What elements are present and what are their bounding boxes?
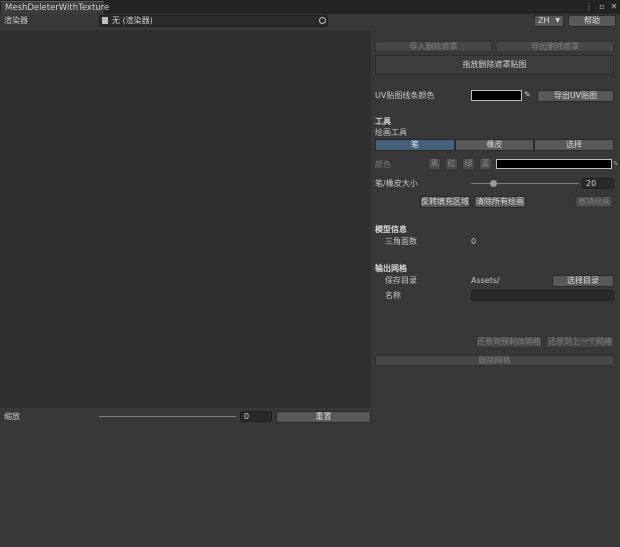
export-uv-button[interactable]: 导出UV贴图 xyxy=(537,90,614,102)
revert-to-prefab-mesh-button[interactable]: 还原到预制体网格 xyxy=(476,336,542,348)
color-preset-black[interactable]: 黑 xyxy=(428,158,441,170)
save-dir-value: Assets/ xyxy=(471,276,500,285)
texture-preview-canvas[interactable] xyxy=(0,30,371,408)
uv-line-color-swatch[interactable] xyxy=(471,90,522,101)
language-dropdown[interactable]: ZH ▼ xyxy=(534,15,564,27)
color-preset-blue[interactable]: 蓝 xyxy=(479,158,492,170)
uv-line-color-label: UV贴图线条颜色 xyxy=(375,91,435,100)
brush-size-field[interactable]: 20 xyxy=(582,178,614,189)
brush-size-slider-track[interactable] xyxy=(471,183,579,184)
tool-pen[interactable]: 笔 xyxy=(375,139,455,151)
mesh-name-field[interactable] xyxy=(471,290,614,301)
color-preset-red[interactable]: 红 xyxy=(445,158,458,170)
eyedropper-icon[interactable]: ✎ xyxy=(613,159,619,169)
clear-all-drawing-button[interactable]: 清除所有绘画 xyxy=(474,196,526,208)
model-info-section-title: 模型信息 xyxy=(375,225,407,234)
chevron-down-icon: ▼ xyxy=(555,17,560,24)
object-picker-icon[interactable] xyxy=(319,17,326,24)
choose-dir-button[interactable]: 选择目录 xyxy=(552,275,614,287)
pen-color-swatch[interactable] xyxy=(496,159,612,169)
color-label: 颜色 xyxy=(375,160,391,169)
color-preset-green[interactable]: 绿 xyxy=(462,158,475,170)
window-tab[interactable]: MeshDeleterWithTexture xyxy=(1,1,109,14)
renderer-object-field[interactable]: 无 (渲染器) xyxy=(99,15,328,27)
triangle-count-label: 三角面数 xyxy=(385,237,417,246)
tool-eraser[interactable]: 橡皮 xyxy=(455,139,534,151)
output-section-title: 输出网格 xyxy=(375,264,407,273)
zoom-label: 缩放 xyxy=(4,412,20,421)
import-mask-button[interactable]: 导入删除遮罩 xyxy=(375,41,492,52)
save-dir-label: 保存目录 xyxy=(385,276,417,285)
tool-select[interactable]: 选择 xyxy=(534,139,614,151)
reset-zoom-button[interactable]: 重置 xyxy=(276,411,371,423)
close-icon[interactable]: ✕ xyxy=(609,2,619,12)
invert-fill-button[interactable]: 反转填充区域 xyxy=(420,196,470,208)
renderer-label: 渲染器 xyxy=(4,16,28,25)
draw-tools-label: 绘画工具 xyxy=(375,128,407,137)
eyedropper-icon[interactable]: ✎ xyxy=(524,90,533,100)
language-value: ZH xyxy=(538,16,550,25)
mask-drop-area[interactable]: 拖放删除遮罩贴图 xyxy=(375,55,614,75)
document-icon xyxy=(102,17,108,24)
revert-to-previous-mesh-button[interactable]: 还原到上一个网格 xyxy=(546,336,614,348)
maximize-icon[interactable]: ▫ xyxy=(597,2,607,12)
renderer-value: 无 (渲染器) xyxy=(112,16,153,25)
help-button[interactable]: 帮助 xyxy=(568,15,616,27)
tools-section-title: 工具 xyxy=(375,117,391,126)
brush-size-label: 笔/橡皮大小 xyxy=(375,179,418,188)
zoom-slider-track[interactable] xyxy=(99,416,236,417)
triangle-count-value: 0 xyxy=(471,237,477,246)
kebab-menu-icon[interactable]: ⋮ xyxy=(584,2,594,12)
zoom-value-field[interactable]: 0 xyxy=(240,411,272,422)
undo-drawing-button[interactable]: 撤销绘画 xyxy=(575,196,613,208)
name-label: 名称 xyxy=(385,291,401,300)
export-mask-button[interactable]: 导出删除遮罩 xyxy=(496,41,614,52)
delete-mesh-button[interactable]: 删除网格 xyxy=(375,355,614,366)
brush-size-slider-handle[interactable] xyxy=(489,180,497,187)
